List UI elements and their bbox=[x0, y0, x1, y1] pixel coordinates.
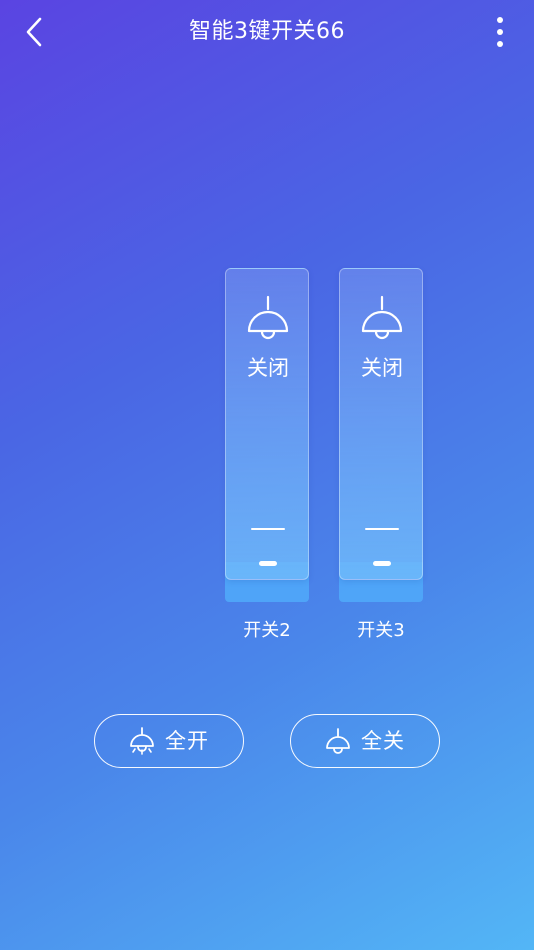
page-title: 智能3键开关66 bbox=[189, 19, 345, 44]
pendant-lamp-icon bbox=[247, 295, 289, 340]
all-off-label: 全关 bbox=[361, 729, 405, 753]
more-vertical-icon bbox=[497, 17, 503, 47]
top-bar: 智能3键开关66 bbox=[0, 0, 534, 64]
switch-toggle-2[interactable]: 关闭 bbox=[225, 268, 309, 580]
switch-toggle-3[interactable]: 关闭 bbox=[339, 268, 423, 580]
pendant-lamp-icon bbox=[326, 728, 350, 754]
switch-line-mark bbox=[365, 528, 399, 530]
switch-name-2: 开关2 bbox=[243, 620, 291, 641]
switch-name-3: 开关3 bbox=[357, 620, 405, 641]
switch-state-label: 关闭 bbox=[247, 356, 289, 380]
switch-line-mark bbox=[251, 528, 285, 530]
pendant-lamp-on-icon bbox=[130, 727, 154, 755]
switch-state-label: 关闭 bbox=[361, 356, 403, 380]
switch-dot-mark bbox=[373, 561, 391, 566]
switch-card-3: 关闭 bbox=[339, 268, 423, 602]
more-button[interactable] bbox=[482, 12, 518, 52]
all-on-label: 全开 bbox=[165, 729, 209, 753]
switch-dot-mark bbox=[259, 561, 277, 566]
pendant-lamp-icon bbox=[361, 295, 403, 340]
all-on-button[interactable]: 全开 bbox=[94, 714, 244, 768]
switch-card-2: 关闭 bbox=[225, 268, 309, 602]
all-off-button[interactable]: 全关 bbox=[290, 714, 440, 768]
